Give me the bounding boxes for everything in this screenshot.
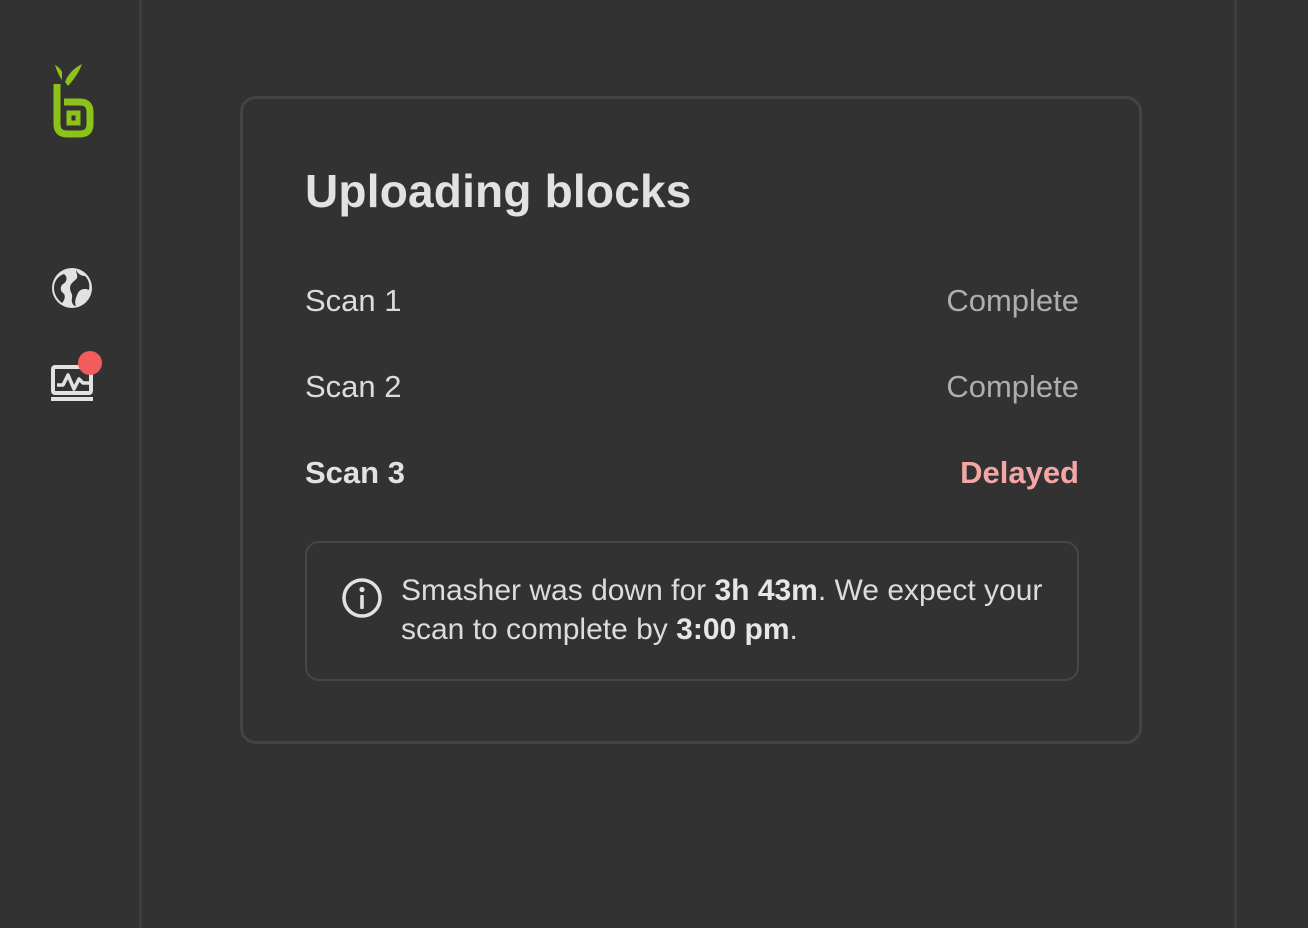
- upload-card: Uploading blocks Scan 1 Complete Scan 2 …: [240, 96, 1142, 744]
- notice-text-start: Smasher was down for: [401, 574, 715, 607]
- card-title: Uploading blocks: [305, 165, 692, 217]
- globe-icon: [52, 268, 92, 308]
- app-window: Uploading blocks Scan 1 Complete Scan 2 …: [0, 0, 1308, 928]
- scan-status: Complete: [946, 283, 1079, 318]
- divider: [1234, 0, 1237, 928]
- notice-text-end: .: [789, 613, 798, 646]
- downtime-duration: 3h 43m: [714, 574, 818, 607]
- notification-badge: [78, 351, 102, 375]
- completion-eta: 3:00 pm: [676, 613, 790, 646]
- scan-name: Scan 2: [305, 369, 402, 404]
- scan-status-delayed: Delayed: [960, 455, 1079, 490]
- sidebar-item-globe[interactable]: [48, 264, 96, 312]
- info-icon: [342, 578, 382, 618]
- sidebar: [0, 0, 142, 928]
- scan-row: Scan 3 Delayed: [305, 451, 1079, 495]
- scan-name: Scan 3: [305, 455, 405, 490]
- scan-status: Complete: [946, 369, 1079, 404]
- scan-row: Scan 2 Complete: [305, 365, 1079, 409]
- sprout-b-logo-icon[interactable]: [48, 62, 94, 140]
- notice-text: Smasher was down for 3h 43m. We expect y…: [401, 571, 1061, 649]
- scan-name: Scan 1: [305, 283, 402, 318]
- scan-row: Scan 1 Complete: [305, 279, 1079, 323]
- delay-notice: Smasher was down for 3h 43m. We expect y…: [305, 541, 1079, 681]
